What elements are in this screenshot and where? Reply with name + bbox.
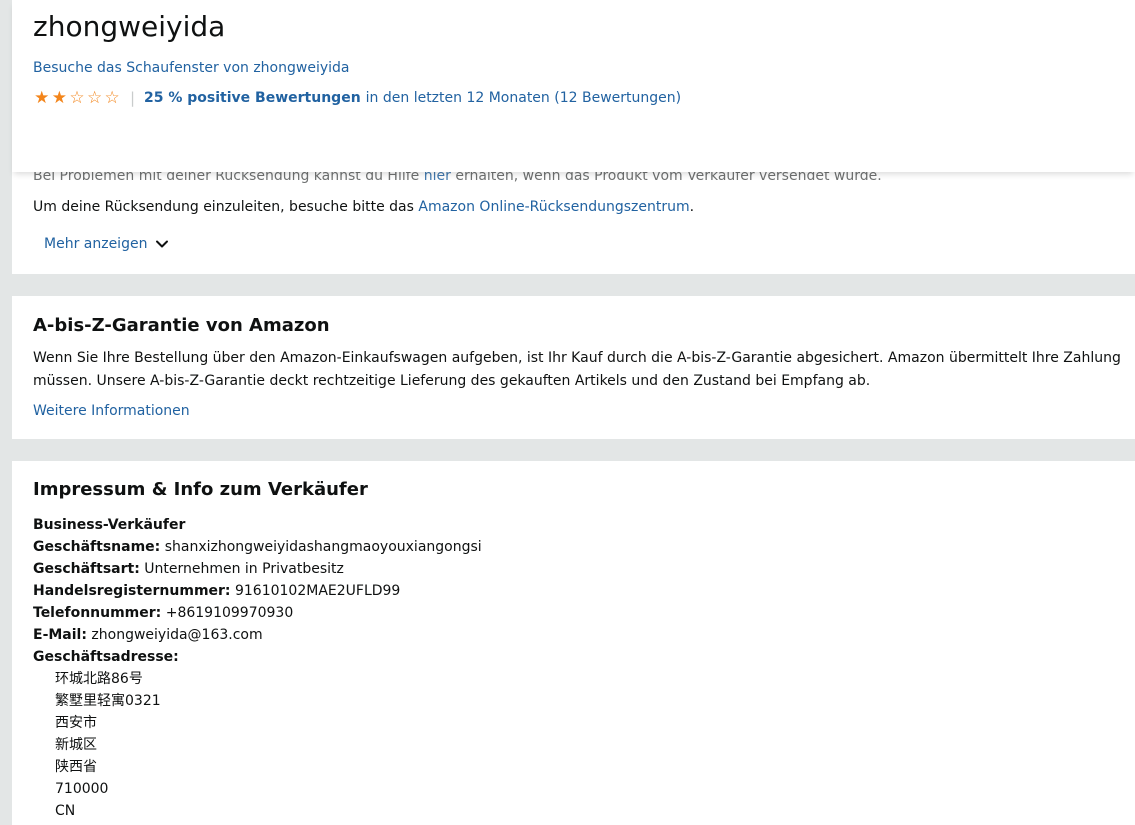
address-line: 西安市 xyxy=(55,715,97,731)
address-line: 710000 xyxy=(55,781,109,797)
seller-header: zhongweiyida Besuche das Schaufenster vo… xyxy=(12,0,1135,172)
field-label: Geschäftsname: xyxy=(33,539,161,555)
star-rating: ★ ★ ☆ ☆ ☆ xyxy=(33,89,121,107)
address-line: 陕西省 xyxy=(55,759,97,775)
business-name-row: Geschäftsname: shanxizhongweiyidashangma… xyxy=(33,536,482,558)
star-empty-icon: ☆ xyxy=(104,88,120,108)
trade-register-row: Handelsregisternummer: 91610102MAE2UFLD9… xyxy=(33,580,482,602)
email-row: E-Mail: zhongweiyida@163.com xyxy=(33,624,482,646)
show-more-label: Mehr anzeigen xyxy=(44,236,148,252)
field-value: shanxizhongweiyidashangmaoyouxiangongsi xyxy=(160,539,482,555)
show-more-button[interactable]: Mehr anzeigen xyxy=(44,236,169,252)
returns-instructions-end: . xyxy=(689,199,695,215)
returns-instructions: Um deine Rücksendung einzuleiten, besuch… xyxy=(33,199,694,215)
business-type-row: Geschäftsart: Unternehmen in Privatbesit… xyxy=(33,558,482,580)
address-label: Geschäftsadresse: xyxy=(33,649,179,665)
seller-info-list: Business-Verkäufer Geschäftsname: shanxi… xyxy=(33,514,482,822)
impressum-title: Impressum & Info zum Verkäufer xyxy=(33,479,368,500)
field-value: 91610102MAE2UFLD99 xyxy=(230,583,401,599)
guarantee-text-line-1: Wenn Sie Ihre Bestellung über den Amazon… xyxy=(33,350,1121,366)
phone-row: Telefonnummer: +8619109970930 xyxy=(33,602,482,624)
positive-rating-link[interactable]: 25 % positive Bewertungen xyxy=(144,90,361,106)
seller-rating: ★ ★ ☆ ☆ ☆ | 25 % positive Bewertungen in den… xyxy=(33,89,681,107)
returns-center-link[interactable]: Amazon Online-Rücksendungszentrum xyxy=(418,199,689,215)
field-label: Geschäftsart: xyxy=(33,561,140,577)
address-line: CN xyxy=(55,803,76,819)
field-value: Unternehmen in Privatbesitz xyxy=(139,561,344,577)
field-value: zhongweiyida@163.com xyxy=(86,627,263,643)
seller-profile-page: Bei Problemen mit deiner Rücksendung kan… xyxy=(0,0,1135,825)
divider: | xyxy=(129,89,136,107)
field-value: +8619109970930 xyxy=(161,605,294,621)
rating-period-link[interactable]: in den letzten 12 Monaten (12 Bewertunge… xyxy=(366,90,681,106)
address-line: 新城区 xyxy=(55,737,97,753)
address-line: 繁墅里轻寓0321 xyxy=(55,693,161,709)
seller-name: zhongweiyida xyxy=(33,10,226,43)
field-label: E-Mail: xyxy=(33,627,87,643)
star-filled-icon: ★ xyxy=(34,88,50,108)
guarantee-text-line-2: müssen. Unsere A-bis-Z-Garantie deckt re… xyxy=(33,373,871,389)
field-label: Telefonnummer: xyxy=(33,605,162,621)
impressum-card: Impressum & Info zum Verkäufer Business-… xyxy=(12,461,1135,825)
business-seller-label: Business-Verkäufer xyxy=(33,517,186,533)
star-empty-icon: ☆ xyxy=(69,88,85,108)
field-label: Handelsregisternummer: xyxy=(33,583,231,599)
more-info-link[interactable]: Weitere Informationen xyxy=(33,403,190,419)
star-empty-icon: ☆ xyxy=(86,88,103,108)
storefront-link[interactable]: Besuche das Schaufenster von zhongweiyid… xyxy=(33,60,349,76)
chevron-down-icon xyxy=(156,240,169,248)
address-line: 环城北路86号 xyxy=(55,671,143,687)
returns-instructions-start: Um deine Rücksendung einzuleiten, besuch… xyxy=(33,199,419,215)
guarantee-title: A-bis-Z-Garantie von Amazon xyxy=(33,315,330,336)
star-filled-icon: ★ xyxy=(51,88,68,108)
guarantee-card: A-bis-Z-Garantie von Amazon Wenn Sie Ihr… xyxy=(12,296,1135,439)
